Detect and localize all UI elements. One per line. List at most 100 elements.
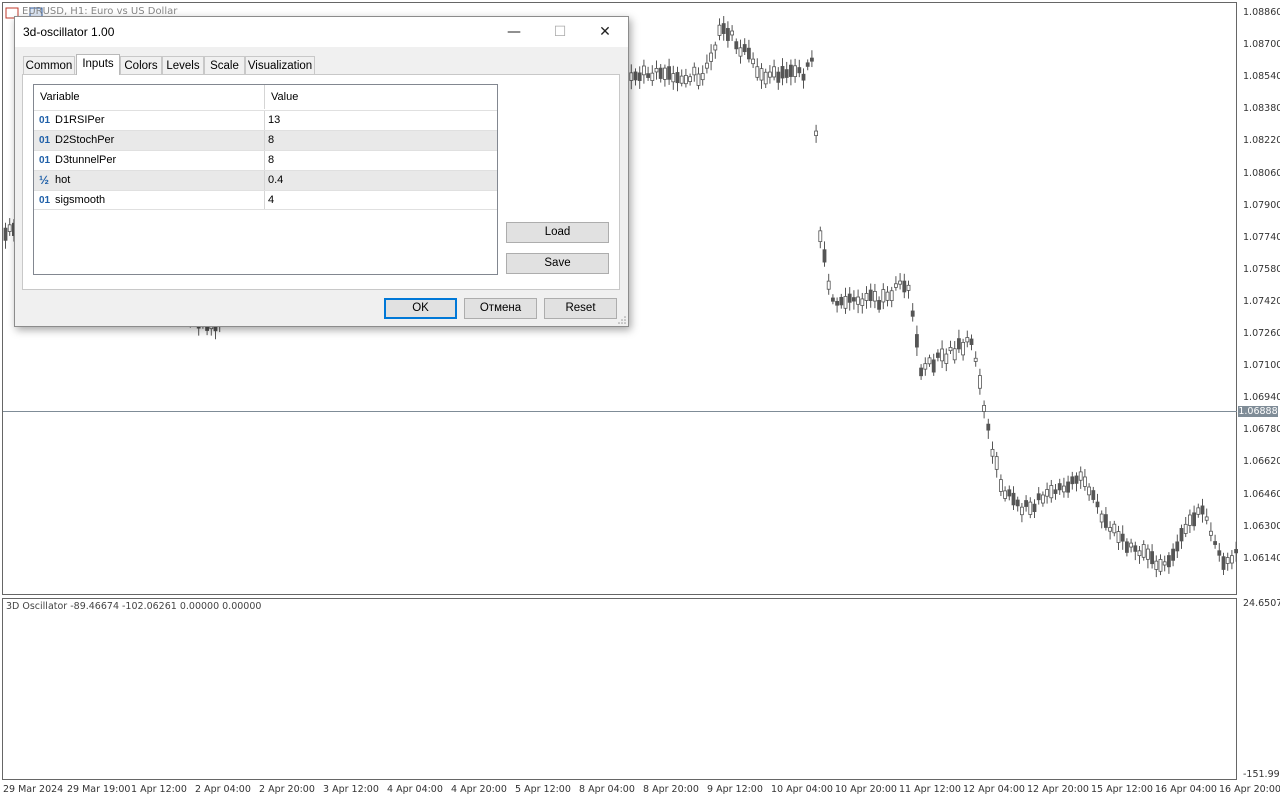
column-header-variable[interactable]: Variable xyxy=(34,85,264,109)
variable-value[interactable]: 8 xyxy=(268,151,274,171)
variable-name: sigsmooth xyxy=(55,194,106,206)
candle-body xyxy=(1200,505,1205,515)
price-axis-label: 1.06140 xyxy=(1243,552,1280,564)
candle-body xyxy=(1129,542,1133,548)
candle-body xyxy=(7,224,12,232)
candle-body xyxy=(1057,483,1062,491)
candle-body xyxy=(856,296,860,305)
variable-value[interactable]: 13 xyxy=(268,111,280,131)
time-axis-label: 16 Apr 20:00 xyxy=(1219,784,1280,795)
candle-body xyxy=(1032,503,1037,512)
price-axis-label: 1.06940 xyxy=(1243,392,1280,404)
candle-body xyxy=(797,67,802,74)
tab-colors[interactable]: Colors xyxy=(120,56,162,74)
candle-body xyxy=(1137,550,1142,557)
price-axis-label: 1.08220 xyxy=(1243,135,1280,147)
minimize-button[interactable]: — xyxy=(491,17,537,47)
candle-body xyxy=(1183,523,1188,534)
dialog-titlebar[interactable]: 3d-oscillator 1.00 — ☐ ✕ xyxy=(15,17,628,47)
time-axis-label: 5 Apr 12:00 xyxy=(515,784,571,795)
load-button[interactable]: Load xyxy=(506,222,609,243)
candle-body xyxy=(948,347,953,352)
candle-body xyxy=(902,280,907,293)
double-type-icon: ½ xyxy=(39,173,50,187)
candle-body xyxy=(650,72,655,81)
candle-body xyxy=(1078,471,1083,481)
time-axis-label: 9 Apr 12:00 xyxy=(707,784,763,795)
reset-button[interactable]: Reset xyxy=(544,298,617,319)
candle-body xyxy=(1192,512,1196,527)
candle-body xyxy=(1041,494,1045,504)
candle-body xyxy=(734,41,739,50)
candle-body xyxy=(1120,533,1125,542)
variable-value[interactable]: 8 xyxy=(268,131,274,151)
candle-body xyxy=(1083,476,1087,487)
candle-body xyxy=(738,47,743,57)
candle-body xyxy=(1125,541,1129,553)
candle-body xyxy=(843,296,848,309)
candle-body xyxy=(873,291,877,302)
table-row[interactable]: ½ hot 0.4 xyxy=(34,170,497,190)
oscillator-axis-top: 24.65076 xyxy=(1243,598,1280,609)
candle-body xyxy=(860,298,865,306)
candle-body xyxy=(1020,506,1024,516)
candle-body xyxy=(1234,549,1238,554)
candle-body xyxy=(915,334,919,348)
candle-body xyxy=(881,289,886,303)
candle-body xyxy=(961,342,965,356)
candle-body xyxy=(1154,560,1159,570)
column-header-value[interactable]: Value xyxy=(265,85,497,109)
maximize-button[interactable]: ☐ xyxy=(537,17,583,47)
tab-inputs[interactable]: Inputs xyxy=(76,54,120,75)
candle-body xyxy=(1167,555,1171,568)
resize-grip-icon[interactable] xyxy=(618,316,626,324)
table-row[interactable]: 01 D2StochPer 8 xyxy=(34,130,497,150)
variable-name: D2StochPer xyxy=(55,134,115,146)
candle-body xyxy=(814,130,818,136)
candle-body xyxy=(763,71,768,85)
time-axis-label: 15 Apr 12:00 xyxy=(1091,784,1153,795)
candle-body xyxy=(1171,548,1175,561)
integer-type-icon: 01 xyxy=(39,155,51,166)
save-button[interactable]: Save xyxy=(506,253,609,274)
tab-visualization[interactable]: Visualization xyxy=(245,56,315,74)
tab-scale[interactable]: Scale xyxy=(204,56,245,74)
time-axis-label: 3 Apr 12:00 xyxy=(323,784,379,795)
price-axis-label: 1.08700 xyxy=(1243,39,1280,51)
inputs-table[interactable]: Variable Value 01 D1RSIPer 13 01 D2Stoch… xyxy=(33,84,498,275)
candle-body xyxy=(759,68,764,81)
candle-body xyxy=(1217,550,1222,556)
variable-name: hot xyxy=(55,174,71,186)
candle-body xyxy=(810,57,814,62)
close-button[interactable]: ✕ xyxy=(582,17,628,47)
candle-body xyxy=(642,65,646,76)
variable-value[interactable]: 4 xyxy=(268,191,274,211)
candle-body xyxy=(793,65,797,77)
table-row[interactable]: 01 D1RSIPer 13 xyxy=(34,110,497,130)
candle-body xyxy=(847,293,852,303)
table-row[interactable]: 01 sigsmooth 4 xyxy=(34,190,497,210)
candle-body xyxy=(910,310,915,317)
candle-body xyxy=(730,30,734,36)
tab-common[interactable]: Common xyxy=(23,56,75,74)
candle-body xyxy=(3,227,8,241)
ok-button[interactable]: OK xyxy=(384,298,457,319)
candle-body xyxy=(999,479,1003,492)
time-axis-label: 8 Apr 20:00 xyxy=(643,784,699,795)
tab-levels[interactable]: Levels xyxy=(162,56,204,74)
dialog-title: 3d-oscillator 1.00 xyxy=(23,25,115,39)
candle-body xyxy=(990,448,995,457)
candle-body xyxy=(726,28,730,41)
oscillator-axis-bottom: -151.9965 xyxy=(1243,769,1280,780)
cancel-button[interactable]: Отмена xyxy=(464,298,537,319)
candle-body xyxy=(822,249,827,263)
candle-body xyxy=(1116,531,1121,543)
oscillator-subwindow[interactable] xyxy=(2,598,1237,780)
candle-body xyxy=(1221,556,1226,570)
candle-body xyxy=(637,72,642,81)
table-row[interactable]: 01 D3tunnelPer 8 xyxy=(34,150,497,170)
integer-type-icon: 01 xyxy=(39,195,51,206)
variable-value[interactable]: 0.4 xyxy=(268,171,283,191)
candle-body xyxy=(755,66,760,78)
integer-type-icon: 01 xyxy=(39,135,51,146)
